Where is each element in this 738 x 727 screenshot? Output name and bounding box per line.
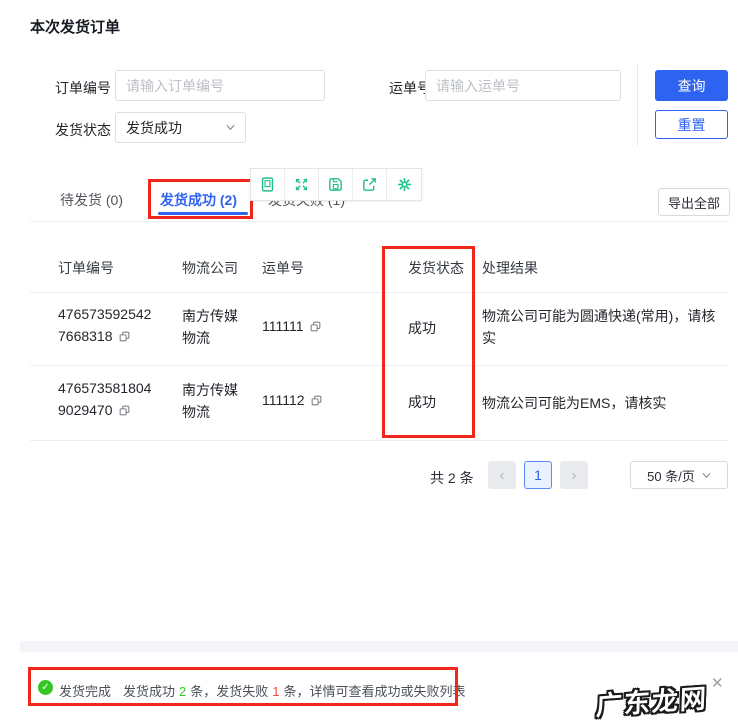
waybill-field-wrap xyxy=(425,70,621,101)
notice-part3: 条，详情可查看成功或失败列表 xyxy=(283,684,466,699)
result-cell: 物流公司可能为圆通快递(常用)，请核实 xyxy=(482,308,716,346)
success-check-icon: ✓ xyxy=(38,680,53,695)
header-divider xyxy=(30,292,728,293)
company-line2: 物流 xyxy=(182,330,210,346)
order-no-line2: 7668318 xyxy=(58,328,131,346)
chevron-down-icon xyxy=(226,124,235,131)
gear-icon[interactable] xyxy=(387,169,421,200)
success-count: 2 xyxy=(179,684,187,699)
page-size-value: 50 条/页 xyxy=(647,468,695,484)
tab-pending[interactable]: 待发货 (0) xyxy=(60,190,123,210)
col-header-result: 处理结果 xyxy=(482,260,538,276)
order-no-input[interactable] xyxy=(116,71,324,100)
status-cell: 成功 xyxy=(408,320,436,336)
order-no-line1: 476573581804 xyxy=(58,380,152,396)
waybill-text: 111112 xyxy=(262,392,305,408)
pagination-next-button[interactable]: › xyxy=(560,461,588,489)
table-bottom-divider xyxy=(30,440,728,441)
extension-toolbar xyxy=(250,168,422,201)
pagination-prev-button[interactable]: ‹ xyxy=(488,461,516,489)
watermark-logo: 广东龙网 xyxy=(595,683,709,721)
tabs-divider xyxy=(30,221,730,222)
next-chevron-icon: › xyxy=(571,466,577,484)
waybill-input[interactable] xyxy=(426,71,620,100)
pagination-page-1[interactable]: 1 xyxy=(524,461,552,489)
waybill-cell: 111112 xyxy=(262,392,323,410)
save-icon[interactable] xyxy=(319,169,353,200)
col-header-status: 发货状态 xyxy=(408,260,464,276)
page-size-select[interactable]: 50 条/页 xyxy=(630,461,728,489)
active-tab-underline xyxy=(158,212,248,215)
mobile-icon[interactable] xyxy=(251,169,285,200)
query-button-label: 查询 xyxy=(677,77,706,94)
waybill-text: 111111 xyxy=(262,318,304,334)
col-header-order: 订单编号 xyxy=(58,260,114,276)
order-no-line1: 476573592542 xyxy=(58,306,152,322)
copy-icon[interactable] xyxy=(118,330,131,346)
copy-icon[interactable] xyxy=(310,394,323,410)
order-no-label: 订单编号 xyxy=(55,80,111,96)
fail-count: 1 xyxy=(272,684,280,699)
close-icon[interactable]: ✕ xyxy=(711,674,724,692)
share-icon[interactable] xyxy=(353,169,387,200)
order-no-line2: 9029470 xyxy=(58,402,131,420)
col-header-company: 物流公司 xyxy=(182,260,238,276)
tab-success[interactable]: 发货成功 (2) xyxy=(160,190,237,210)
export-all-button[interactable]: 导出全部 xyxy=(658,188,730,216)
status-cell: 成功 xyxy=(408,394,436,410)
order-no-field-wrap xyxy=(115,70,325,101)
form-divider xyxy=(637,64,638,146)
notice-part2: 条，发货失败 xyxy=(190,684,269,699)
col-header-waybill: 运单号 xyxy=(262,260,304,276)
copy-icon[interactable] xyxy=(118,404,131,420)
expand-icon[interactable] xyxy=(285,169,319,200)
company-line2: 物流 xyxy=(182,404,210,420)
pagination-total: 共 2 条 xyxy=(430,470,474,486)
page-title: 本次发货订单 xyxy=(30,19,121,36)
order-no-line2-text: 9029470 xyxy=(58,402,113,418)
page-number: 1 xyxy=(534,467,542,483)
reset-button-label: 重置 xyxy=(677,116,706,133)
copy-icon[interactable] xyxy=(309,320,322,336)
footer-separator-bar xyxy=(20,641,738,652)
status-select[interactable]: 发货成功 xyxy=(115,112,246,143)
chevron-down-icon xyxy=(702,472,711,478)
prev-chevron-icon: ‹ xyxy=(499,466,505,484)
export-all-label: 导出全部 xyxy=(667,195,720,211)
waybill-cell: 111111 xyxy=(262,318,322,336)
notice-part1: 发货成功 xyxy=(123,684,176,699)
status-select-value: 发货成功 xyxy=(126,119,182,136)
order-no-line2-text: 7668318 xyxy=(58,328,113,344)
company-line1: 南方传媒 xyxy=(182,382,238,398)
result-cell: 物流公司可能为EMS，请核实 xyxy=(482,395,667,411)
reset-button[interactable]: 重置 xyxy=(655,110,728,139)
company-line1: 南方传媒 xyxy=(182,308,238,324)
notice-complete: 发货完成 xyxy=(59,684,112,699)
query-button[interactable]: 查询 xyxy=(655,70,728,101)
status-label: 发货状态 xyxy=(55,122,111,138)
row-divider xyxy=(30,365,728,366)
shipping-notice: 发货完成 发货成功 2 条，发货失败 1 条，详情可查看成功或失败列表 xyxy=(59,681,466,700)
